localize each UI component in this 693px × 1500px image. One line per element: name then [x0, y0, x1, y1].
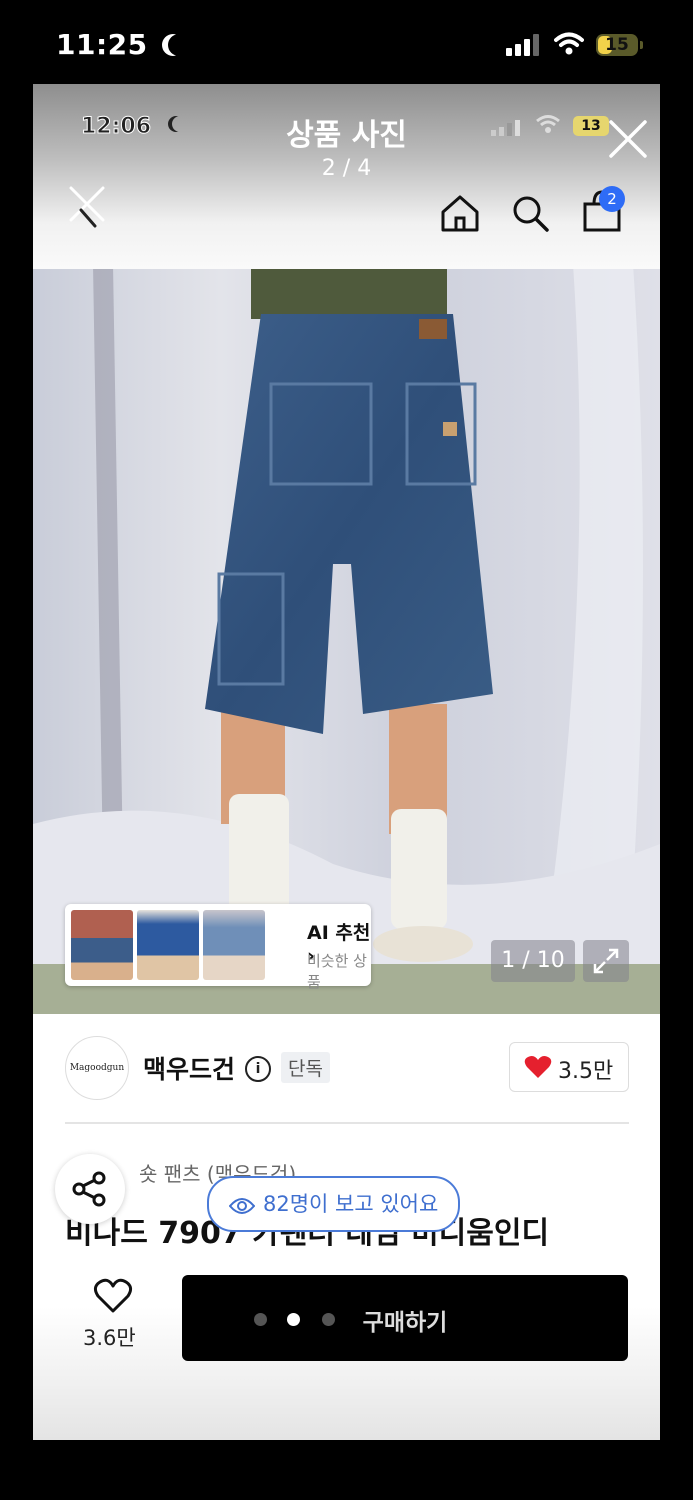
- heart-icon: [524, 1056, 552, 1078]
- status-time: 11:25: [56, 28, 184, 61]
- live-viewers-pill: 82명이 보고 있어요: [207, 1176, 461, 1232]
- battery-icon: 13: [573, 116, 609, 136]
- thumbnail[interactable]: [71, 910, 133, 980]
- product-photo[interactable]: 12:06 상품 사진 2 / 4 13 2 AI 추천 › 비슷한 상품 1 …: [33, 84, 660, 1014]
- moon-icon: [168, 34, 190, 56]
- home-icon[interactable]: [439, 192, 481, 234]
- wifi-icon: [554, 32, 584, 55]
- share-button[interactable]: [55, 1154, 125, 1224]
- brand-name[interactable]: 맥우드건: [143, 1050, 235, 1086]
- app-screenshot: 12:06 상품 사진 2 / 4 13 2 AI 추천 › 비슷한 상품 1 …: [33, 84, 660, 1440]
- buy-button-label: 구매하기: [362, 1310, 448, 1336]
- thumbnail[interactable]: [203, 910, 265, 980]
- ai-recommend-subtitle: 비슷한 상품: [307, 952, 367, 991]
- expand-icon[interactable]: [583, 940, 629, 982]
- wifi-icon: [536, 115, 560, 133]
- thumbnail[interactable]: [137, 910, 199, 980]
- brand-logo[interactable]: Magoodgun: [65, 1036, 129, 1100]
- heart-icon[interactable]: [93, 1278, 133, 1314]
- viewer-title: 상품 사진: [286, 118, 407, 153]
- share-icon: [72, 1171, 106, 1207]
- close-icon[interactable]: [69, 184, 105, 228]
- buy-button[interactable]: 구매하기: [182, 1275, 628, 1361]
- signal-icon: [491, 120, 520, 136]
- info-icon[interactable]: i: [245, 1056, 271, 1082]
- battery-icon: 15: [596, 34, 643, 56]
- photo-count: 1 / 10: [491, 940, 575, 982]
- wish-count: 3.6만: [83, 1326, 136, 1350]
- ai-recommend-card[interactable]: AI 추천 › 비슷한 상품: [65, 904, 371, 991]
- search-icon[interactable]: [509, 192, 551, 234]
- cart-badge: 2: [599, 186, 625, 212]
- viewer-counter: 2 / 4: [321, 156, 372, 181]
- signal-icon: [506, 34, 539, 56]
- divider: [65, 1122, 629, 1124]
- brand-like-button[interactable]: 3.5만: [509, 1042, 629, 1092]
- close-icon[interactable]: [607, 118, 649, 160]
- eye-icon: [228, 1198, 256, 1214]
- brand-like-count: 3.5만: [558, 1059, 614, 1084]
- product-image: [33, 264, 660, 1014]
- exclusive-badge: 단독: [281, 1052, 330, 1083]
